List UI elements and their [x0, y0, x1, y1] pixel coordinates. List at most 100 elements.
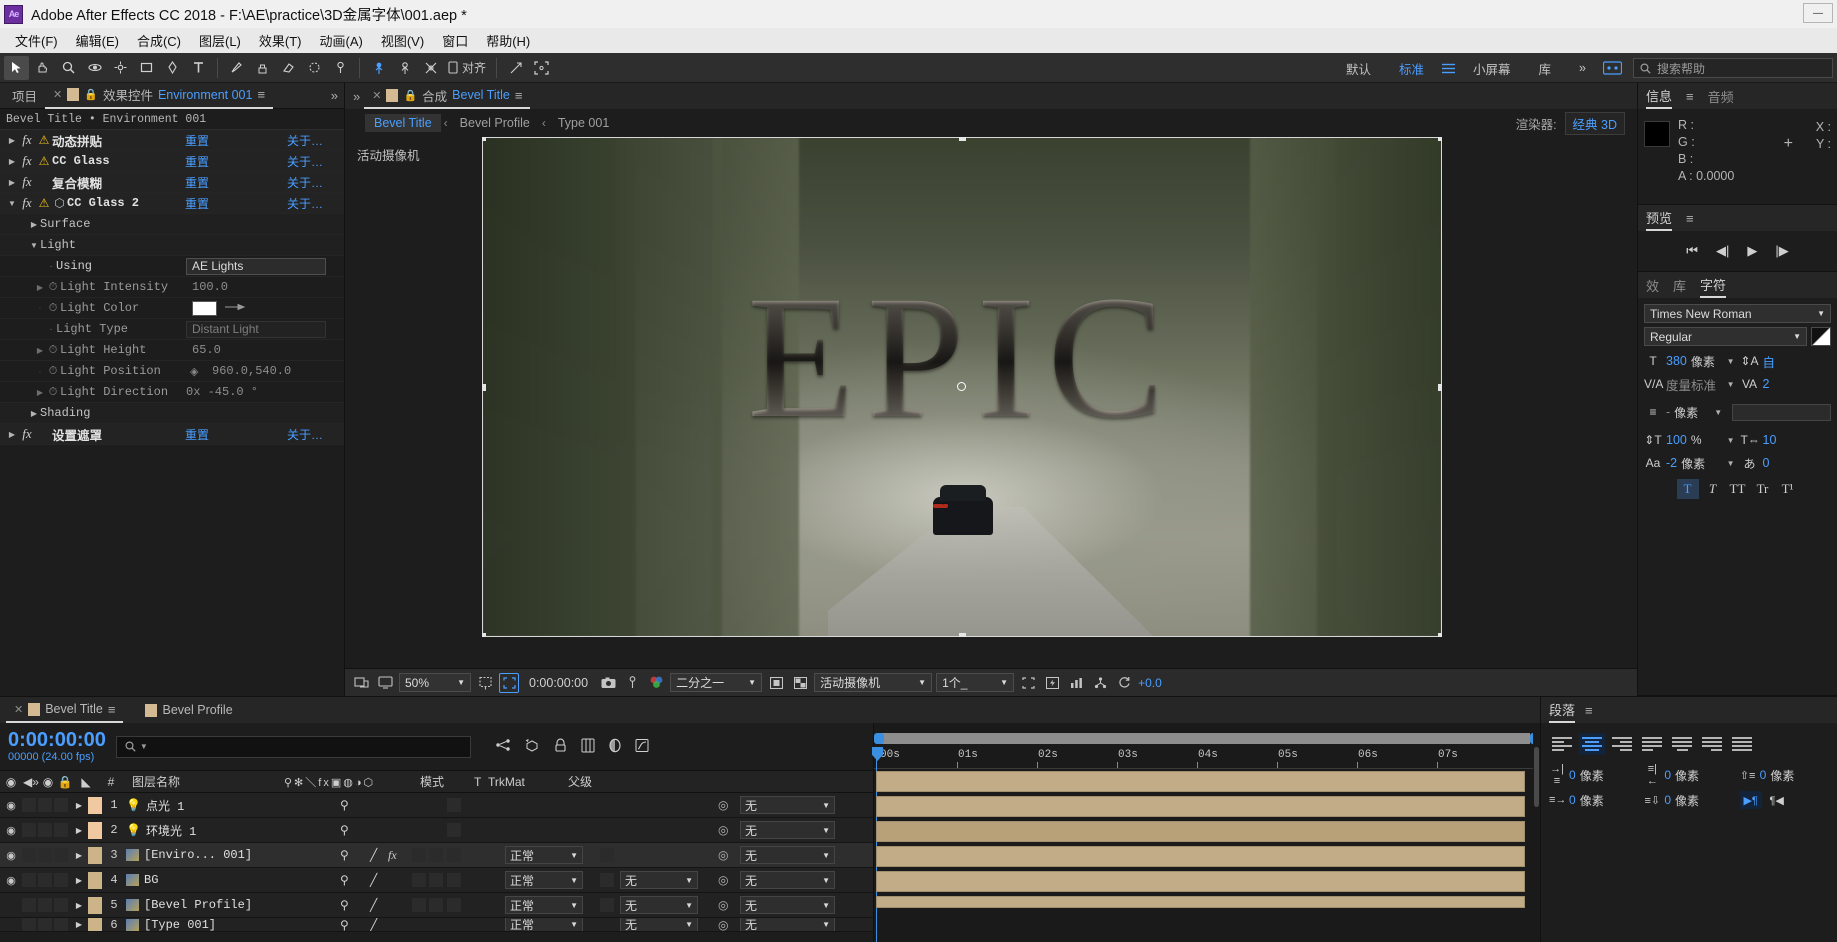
space-before-field[interactable]: ⇧≡ 0 像素	[1740, 763, 1829, 787]
layer-fx-icon[interactable]: fx	[388, 848, 397, 863]
zoom-level-select[interactable]: 50% ▼	[399, 673, 471, 692]
prop-value[interactable]: 100.0	[192, 280, 228, 294]
menu-item-effect[interactable]: 效果(T)	[250, 29, 311, 52]
disclosure-triangle-icon[interactable]: ▶	[34, 346, 46, 355]
menu-item-file[interactable]: 文件(F)	[6, 29, 67, 52]
fast-previews-icon[interactable]	[1042, 673, 1062, 693]
layer-label-color[interactable]	[88, 797, 102, 814]
layer-solo-cell[interactable]	[38, 898, 52, 912]
lock-icon[interactable]: 🔒	[403, 89, 417, 102]
parent-pickwhip-toggle-icon[interactable]: ⚲	[340, 823, 349, 837]
transform-gizmo-icon[interactable]	[503, 56, 528, 80]
font-size-field[interactable]: T 380 像素 ▼	[1644, 351, 1735, 371]
parent-select[interactable]: 无 ▼	[740, 846, 835, 864]
always-preview-icon[interactable]	[351, 673, 371, 693]
timeline-jump-icon[interactable]	[1066, 673, 1086, 693]
composition-viewer[interactable]: 活动摄像机 EPIC	[345, 137, 1637, 668]
fill-stroke-color-swatch[interactable]	[1811, 327, 1831, 346]
tab-timeline-bevel-profile[interactable]: Bevel Profile	[137, 697, 240, 723]
layer-name[interactable]: BG	[126, 873, 158, 887]
layer-solo-cell[interactable]	[38, 823, 52, 837]
parent-pickwhip-toggle-icon[interactable]: ⚲	[340, 898, 349, 912]
menu-item-animation[interactable]: 动画(A)	[311, 29, 372, 52]
layer-visibility-icon[interactable]: ◉	[0, 918, 22, 931]
workspace-library[interactable]: 库	[1525, 53, 1566, 83]
tab-project[interactable]: 项目	[4, 83, 45, 109]
disclosure-triangle-icon[interactable]: ▶	[6, 157, 18, 166]
layer-lock-cell[interactable]	[54, 918, 68, 932]
comp-flowchart-icon[interactable]	[1090, 673, 1110, 693]
timeline-current-timecode[interactable]: 0:00:00:00	[8, 730, 106, 751]
track-matte-select[interactable]: 无 ▼	[620, 896, 698, 914]
stopwatch-icon[interactable]: ⏱	[46, 302, 60, 315]
layer-label-color[interactable]	[88, 872, 102, 889]
brush-tool-icon[interactable]	[224, 56, 249, 80]
switch-cell[interactable]	[429, 898, 443, 912]
prop-row-light-color[interactable]: · ⏱ Light Color	[0, 298, 344, 319]
layer-visibility-icon[interactable]: ◉	[0, 824, 22, 837]
workspace-standard[interactable]: 标准	[1385, 53, 1438, 83]
tracking-field[interactable]: VA 2	[1741, 374, 1832, 394]
pen-tool-icon[interactable]	[160, 56, 185, 80]
hide-shy-layers-icon[interactable]	[553, 738, 568, 756]
menu-item-window[interactable]: 窗口	[433, 29, 477, 52]
bounding-box-icon[interactable]	[529, 56, 554, 80]
layer-name[interactable]: [Bevel Profile]	[126, 898, 252, 912]
about-link[interactable]: 关于…	[287, 195, 323, 212]
current-timecode[interactable]: 0:00:00:00	[523, 676, 594, 690]
disclosure-triangle-icon[interactable]: ▶	[6, 136, 18, 145]
align-center-button[interactable]	[1579, 733, 1605, 755]
selection-handle[interactable]	[1438, 137, 1442, 141]
composition-canvas[interactable]: EPIC	[482, 137, 1442, 637]
menu-item-view[interactable]: 视图(V)	[372, 29, 433, 52]
roto-brush-tool-icon[interactable]	[302, 56, 327, 80]
time-ruler[interactable]: 00s 01s 02s 03s 04s 05s 06s 07s	[874, 747, 1540, 769]
parent-pickwhip-icon[interactable]: ◎	[718, 918, 728, 932]
reset-link[interactable]: 重置	[185, 195, 209, 212]
effect-row-cc-glass[interactable]: ▶ fx ⚠ CC Glass 重置 关于…	[0, 151, 344, 172]
hand-tool-icon[interactable]	[30, 56, 55, 80]
selection-handle[interactable]	[1438, 384, 1442, 391]
stopwatch-icon[interactable]: ⏱	[46, 386, 60, 399]
stopwatch-icon[interactable]: ⏱	[46, 344, 60, 357]
grid-guides-icon[interactable]	[475, 673, 495, 693]
disclosure-triangle-icon[interactable]: ▶	[6, 178, 18, 187]
collapse-panel-icon[interactable]: »	[349, 89, 364, 104]
layer-expand-icon[interactable]: ▶	[70, 801, 88, 810]
switch-cell[interactable]	[447, 898, 461, 912]
first-frame-button[interactable]: ⏮	[1686, 243, 1698, 259]
space-after-field[interactable]: ≡⇩ 0 像素	[1644, 791, 1733, 809]
layer-solo-cell[interactable]	[38, 848, 52, 862]
layer-label-color[interactable]	[88, 822, 102, 839]
align-left-button[interactable]	[1549, 733, 1575, 755]
layer-audio-cell[interactable]	[22, 798, 36, 812]
disclosure-triangle-icon[interactable]: ▶	[34, 283, 46, 292]
transparency-grid-icon[interactable]	[790, 673, 810, 693]
selection-handle[interactable]	[482, 384, 486, 391]
prop-value[interactable]: 65.0	[192, 343, 221, 357]
fx-icon[interactable]: fx	[18, 174, 36, 190]
layer-expand-icon[interactable]: ▶	[70, 920, 88, 929]
prop-value[interactable]: 960.0,540.0	[212, 364, 291, 378]
layer-visibility-icon[interactable]: ◉	[0, 899, 22, 912]
eyedropper-icon[interactable]	[224, 302, 248, 315]
view-camera-select[interactable]: 活动摄像机 ▼	[814, 673, 932, 692]
group-surface[interactable]: ▶ Surface	[0, 214, 344, 235]
layer-lock-cell[interactable]	[54, 898, 68, 912]
switch-cell[interactable]	[447, 823, 461, 837]
switch-cell[interactable]	[412, 898, 426, 912]
vertical-scale-field[interactable]: ⇕T 100 % ▼	[1644, 430, 1735, 450]
font-family-select[interactable]: Times New Roman ▼	[1644, 304, 1831, 323]
close-icon[interactable]: ✕	[14, 703, 23, 716]
layer-visibility-icon[interactable]: ◉	[0, 799, 22, 812]
reset-link[interactable]: 重置	[185, 426, 209, 443]
puppet-starch-pin-icon[interactable]	[392, 56, 417, 80]
layer-mask-icon[interactable]: ╱	[370, 873, 377, 887]
orbit-camera-tool-icon[interactable]	[82, 56, 107, 80]
indent-first-line-field[interactable]: ≡→ 0 像素	[1549, 791, 1638, 809]
effect-row-dynamic-tile[interactable]: ▶ fx ⚠ 动态拼贴 重置 关于…	[0, 130, 344, 151]
breadcrumb-bevel-profile[interactable]: Bevel Profile	[451, 114, 539, 132]
parent-pickwhip-icon[interactable]: ◎	[718, 823, 728, 837]
justify-last-left-button[interactable]	[1639, 733, 1665, 755]
layer-label-color[interactable]	[88, 897, 102, 914]
